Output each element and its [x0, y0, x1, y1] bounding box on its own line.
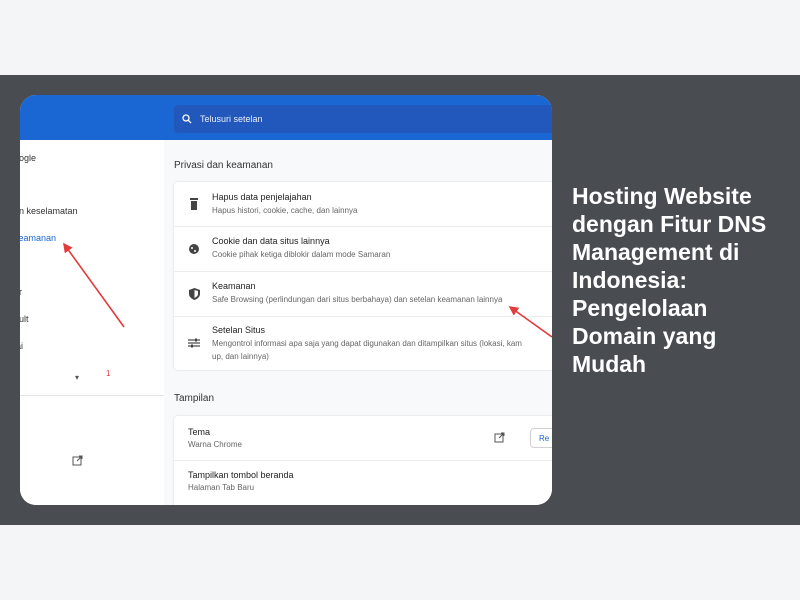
shield-icon — [188, 288, 200, 300]
search-box[interactable]: Telusuri setelan — [174, 105, 552, 133]
sidebar-item-appearance[interactable]: ur — [20, 287, 22, 297]
security-row[interactable]: Keamanan Safe Browsing (perlindungan dar… — [174, 272, 552, 316]
annotation-number: 1 — [106, 369, 111, 378]
privacy-section-title: Privasi dan keamanan — [174, 160, 273, 171]
theme-title: Tema — [188, 427, 211, 437]
appearance-card: Tema Warna Chrome Re Tampilkan tombol be… — [174, 416, 552, 505]
row-desc: Safe Browsing (perlindungan dari situs b… — [212, 295, 503, 304]
reset-button[interactable]: Re — [530, 428, 552, 448]
home-button-row[interactable]: Tampilkan tombol beranda Halaman Tab Bar… — [174, 461, 552, 505]
sidebar-item-privacy[interactable]: keamanan — [20, 233, 56, 243]
sliders-icon — [188, 337, 200, 349]
settings-screenshot: Telusuri setelan oogle s an keselamatan … — [20, 95, 552, 505]
row-desc: Mengontrol informasi apa saja yang dapat… — [212, 339, 522, 348]
theme-row[interactable]: Tema Warna Chrome Re — [174, 416, 552, 460]
privacy-card: Hapus data penjelajahan Hapus histori, c… — [174, 182, 552, 370]
row-desc: Cookie pihak ketiga diblokir dalam mode … — [212, 250, 391, 259]
sidebar-item-google[interactable]: oogle — [20, 153, 36, 163]
clear-browsing-data-row[interactable]: Hapus data penjelajahan Hapus histori, c… — [174, 182, 552, 226]
row-title: Setelan Situs — [212, 325, 266, 335]
settings-main: Privasi dan keamanan Hapus data penjelaj… — [164, 140, 552, 505]
chevron-down-icon[interactable]: ▾ — [75, 373, 79, 382]
sidebar-divider — [20, 395, 164, 396]
settings-header: Telusuri setelan — [20, 95, 552, 140]
row-title: Cookie dan data situs lainnya — [212, 236, 330, 246]
row-title: Keamanan — [212, 281, 256, 291]
sidebar-item-safety[interactable]: an keselamatan — [20, 206, 78, 216]
search-icon — [174, 114, 200, 124]
search-input[interactable]: Telusuri setelan — [200, 114, 263, 124]
article-headline: Hosting Website dengan Fitur DNS Managem… — [572, 183, 767, 377]
cookies-row[interactable]: Cookie dan data situs lainnya Cookie pih… — [174, 227, 552, 271]
sidebar: oogle s an keselamatan keamanan ur ault … — [20, 140, 164, 505]
row-title: Hapus data penjelajahan — [212, 192, 312, 202]
appearance-section-title: Tampilan — [174, 393, 215, 404]
theme-value: Warna Chrome — [188, 440, 242, 449]
open-in-new-icon[interactable] — [494, 430, 505, 448]
home-title: Tampilkan tombol beranda — [188, 470, 294, 480]
sidebar-item-startup[interactable]: lai — [20, 341, 23, 351]
open-in-new-icon[interactable] — [72, 453, 83, 471]
sidebar-item-default[interactable]: ault — [20, 314, 29, 324]
trash-icon — [188, 198, 200, 210]
site-settings-row[interactable]: Setelan Situs Mengontrol informasi apa s… — [174, 317, 552, 370]
home-value: Halaman Tab Baru — [188, 483, 255, 492]
row-desc: Hapus histori, cookie, cache, dan lainny… — [212, 206, 358, 215]
cookie-icon — [188, 243, 200, 255]
row-desc-cont: up, dan lainnya) — [212, 352, 269, 361]
